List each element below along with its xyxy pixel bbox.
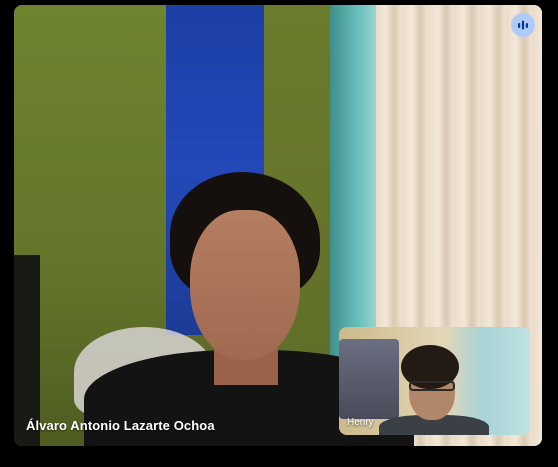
self-view-name: Henry bbox=[347, 417, 374, 428]
participant-name: Álvaro Antonio Lazarte Ochoa bbox=[26, 418, 215, 433]
self-view-hanging-clothes bbox=[339, 339, 399, 419]
self-view-glasses bbox=[409, 381, 455, 391]
audio-bars-icon bbox=[518, 20, 528, 30]
self-view-tile[interactable]: Henry bbox=[339, 327, 530, 435]
participant-face bbox=[190, 210, 300, 360]
audio-level-icon[interactable] bbox=[511, 13, 535, 37]
main-video-tile[interactable]: Álvaro Antonio Lazarte Ochoa Henry bbox=[14, 5, 542, 446]
